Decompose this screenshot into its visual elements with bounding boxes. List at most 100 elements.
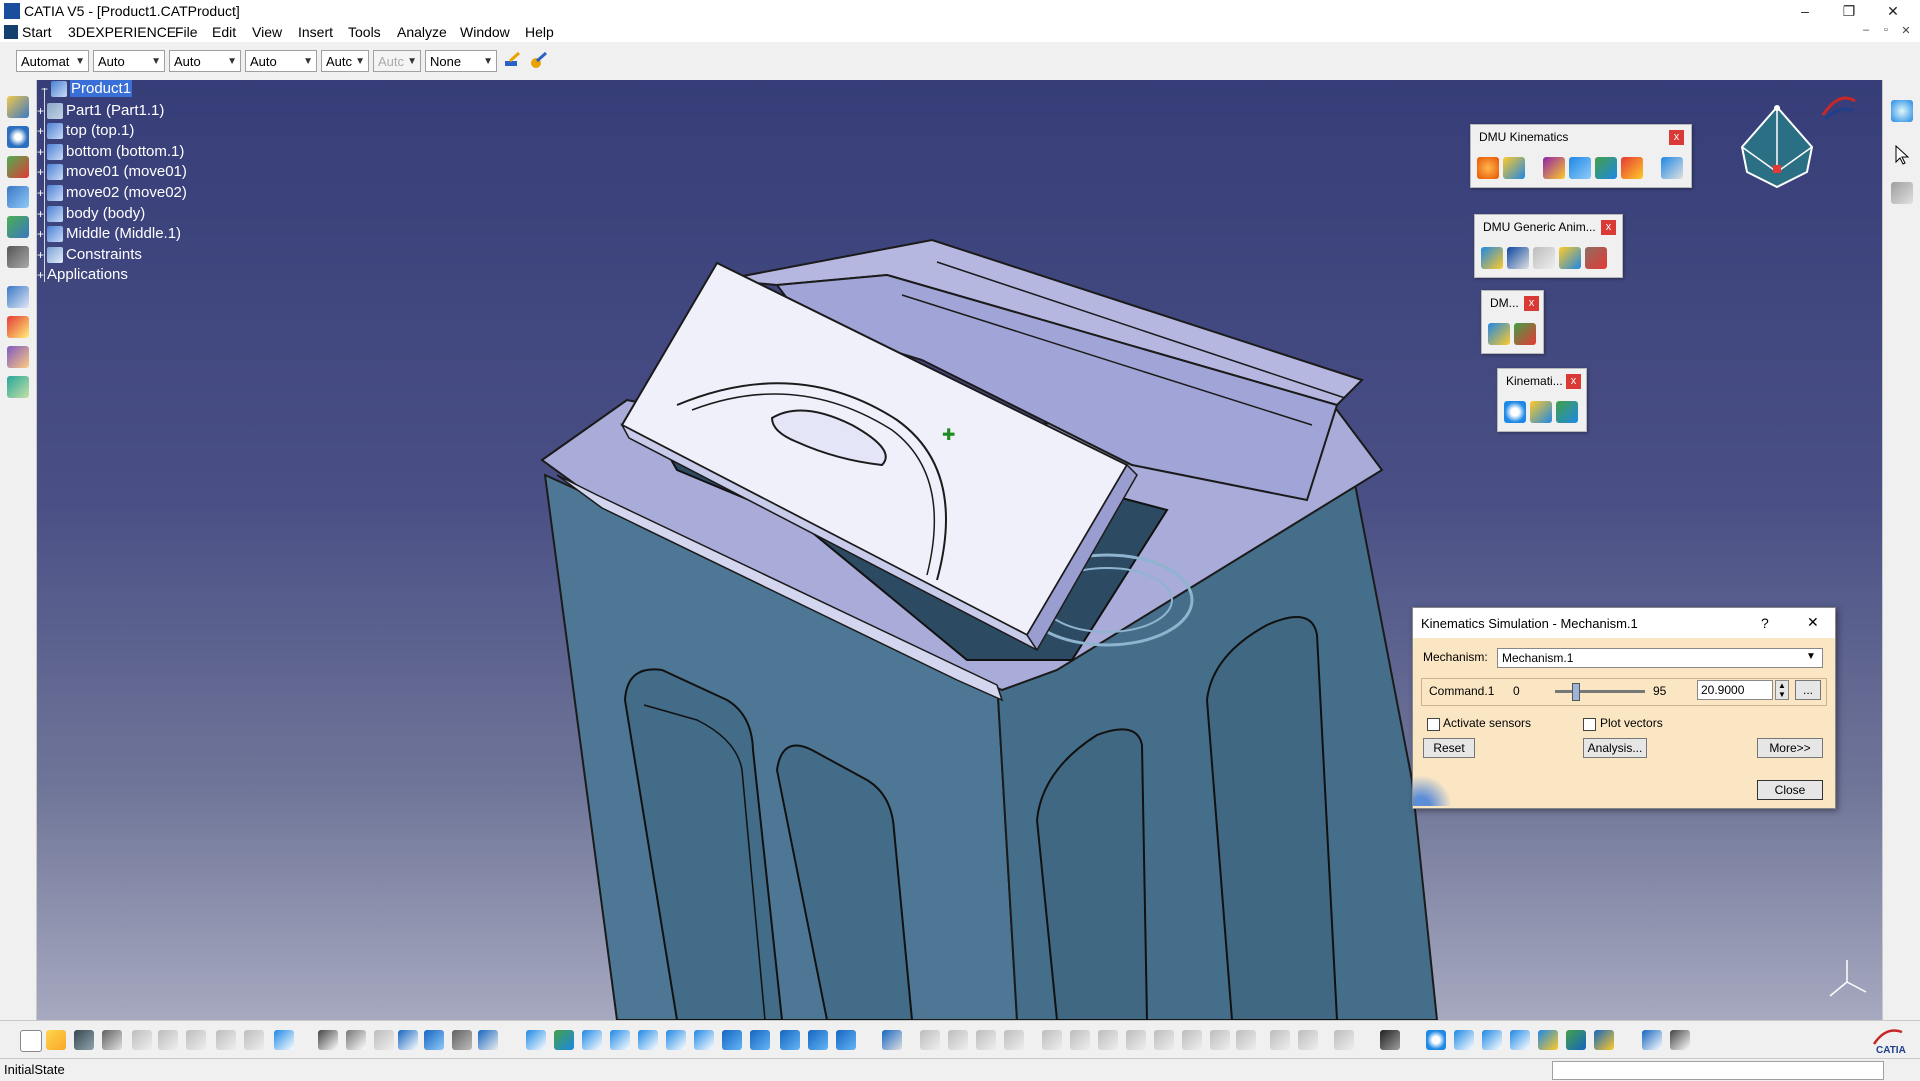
menu-tools[interactable]: Tools [348, 24, 381, 40]
zoom-out-icon[interactable] [666, 1030, 686, 1050]
dialog-close-icon[interactable]: ✕ [1807, 614, 1819, 631]
marker-icon[interactable] [1594, 1030, 1614, 1050]
speed-acceleration-icon[interactable] [1556, 401, 1578, 423]
analysis-button[interactable]: Analysis... [1583, 738, 1647, 758]
scene-icon[interactable] [7, 216, 29, 238]
fill-color-combo[interactable]: Automat ▼ [16, 50, 89, 72]
magnifier-icon[interactable] [1510, 1030, 1530, 1050]
paste-icon[interactable] [186, 1030, 206, 1050]
menu-insert[interactable]: Insert [298, 24, 333, 40]
reset-positions-icon[interactable] [1530, 401, 1552, 423]
tree-node-applications[interactable]: + Applications [37, 266, 128, 283]
replay-icon[interactable] [1533, 247, 1555, 269]
expand-icon[interactable]: + [37, 207, 47, 221]
simulation-player-icon[interactable] [1559, 247, 1581, 269]
catalog-browser-icon[interactable] [478, 1030, 498, 1050]
update-positions-icon[interactable] [1504, 401, 1526, 423]
layer-combo[interactable]: None ▼ [425, 50, 497, 72]
cut-icon[interactable] [132, 1030, 152, 1050]
camera-icon[interactable] [1380, 1030, 1400, 1050]
minimize-button[interactable]: – [1782, 0, 1828, 22]
simulation-icon[interactable] [1481, 247, 1503, 269]
catalog-icon[interactable] [7, 346, 29, 368]
restore-button[interactable]: ❐ [1826, 0, 1872, 22]
collapse-icon[interactable]: − [41, 82, 51, 96]
rotate-view-icon[interactable] [610, 1030, 630, 1050]
fly-mode-icon[interactable] [526, 1030, 546, 1050]
parallel-icon[interactable] [1642, 1030, 1662, 1050]
generate-numbering-icon[interactable] [7, 156, 29, 178]
annotation-icon[interactable] [7, 376, 29, 398]
command-slider-track[interactable] [1555, 690, 1645, 693]
expand-icon[interactable]: + [37, 186, 47, 200]
rotate-icon[interactable] [7, 126, 29, 148]
fixed-part-icon[interactable] [1503, 157, 1525, 179]
mechanism-select[interactable]: Mechanism.1 ▼ [1497, 648, 1823, 668]
close-window-button[interactable]: ✕ [1870, 0, 1916, 22]
render-icon[interactable] [1566, 1030, 1586, 1050]
revolute-joint-icon[interactable] [1477, 157, 1499, 179]
normal-view-icon[interactable] [694, 1030, 714, 1050]
tree-node-constraints[interactable]: + Constraints [37, 246, 142, 264]
print-icon[interactable] [102, 1030, 122, 1050]
close-button[interactable]: Close [1757, 780, 1823, 800]
workbench-icon[interactable] [1891, 100, 1913, 122]
menu-window[interactable]: Window [460, 24, 510, 40]
expand-icon[interactable]: + [37, 227, 47, 241]
first-frame-icon[interactable] [1454, 1030, 1474, 1050]
copy-format-icon[interactable] [528, 51, 548, 71]
iso-view-icon[interactable] [750, 1030, 770, 1050]
menu-file[interactable]: File [175, 24, 198, 40]
tree-node-move02[interactable]: + move02 (move02) [37, 184, 187, 202]
last-frame-icon[interactable] [1482, 1030, 1502, 1050]
menu-start[interactable]: Start [22, 24, 52, 40]
knowledge-icon[interactable] [346, 1030, 366, 1050]
tree-node-move01[interactable]: + move01 (move01) [37, 163, 187, 181]
target-icon[interactable] [1426, 1030, 1446, 1050]
tree-node-part1[interactable]: + Part1 (Part1.1) [37, 102, 164, 120]
menu-edit[interactable]: Edit [212, 24, 236, 40]
zoom-in-icon[interactable] [638, 1030, 658, 1050]
point-symbol-combo[interactable]: Autc ▼ [321, 50, 369, 72]
power-input-field[interactable] [1552, 1061, 1884, 1080]
menu-3dexperience[interactable]: 3DEXPERIENCE [68, 24, 176, 40]
tree-graph-icon[interactable] [424, 1030, 444, 1050]
menu-view[interactable]: View [252, 24, 282, 40]
compile-simulation-icon[interactable] [1507, 247, 1529, 269]
measure-icon[interactable] [1538, 1030, 1558, 1050]
product-structure-icon[interactable] [7, 96, 29, 118]
compass-icon[interactable] [1732, 102, 1822, 202]
pan-icon[interactable] [582, 1030, 602, 1050]
tree-node-product1[interactable]: − Product1 [41, 80, 133, 98]
transparency-combo[interactable]: Auto ▼ [93, 50, 165, 72]
mdi-minimize-button[interactable]: – [1856, 24, 1876, 40]
command-options-button[interactable]: ... [1795, 680, 1821, 700]
design-table-icon[interactable] [452, 1030, 472, 1050]
comment-icon[interactable] [374, 1030, 394, 1050]
select-options-icon[interactable] [1891, 182, 1913, 204]
undo-icon[interactable] [216, 1030, 236, 1050]
clash-icon[interactable] [1488, 323, 1510, 345]
formula-icon[interactable] [318, 1030, 338, 1050]
hide-show-icon[interactable] [808, 1030, 828, 1050]
scenes-icon[interactable] [7, 316, 29, 338]
line-type-combo[interactable]: Auto ▼ [245, 50, 317, 72]
command-value-input[interactable]: 20.9000 [1697, 680, 1773, 700]
expand-icon[interactable]: + [37, 124, 47, 138]
tree-node-top[interactable]: + top (top.1) [37, 122, 134, 140]
edit-sequence-icon[interactable] [1585, 247, 1607, 269]
expand-icon[interactable]: + [37, 248, 47, 262]
expand-icon[interactable]: + [37, 145, 47, 159]
whats-this-icon[interactable] [274, 1030, 294, 1050]
command-spinner[interactable]: ▲ ▼ [1775, 680, 1789, 700]
expand-icon[interactable]: + [37, 104, 47, 118]
plot-vectors-checkbox[interactable] [1583, 718, 1596, 731]
select-arrow-icon[interactable] [1891, 144, 1913, 166]
line-thickness-combo[interactable]: Auto ▼ [169, 50, 241, 72]
toolbar-close-button[interactable]: x [1669, 130, 1684, 145]
toolbar-close-button[interactable]: x [1524, 296, 1539, 311]
bill-of-material-icon[interactable] [7, 286, 29, 308]
redo-icon[interactable] [244, 1030, 264, 1050]
shading-icon[interactable] [780, 1030, 800, 1050]
tree-node-bottom[interactable]: + bottom (bottom.1) [37, 143, 184, 161]
